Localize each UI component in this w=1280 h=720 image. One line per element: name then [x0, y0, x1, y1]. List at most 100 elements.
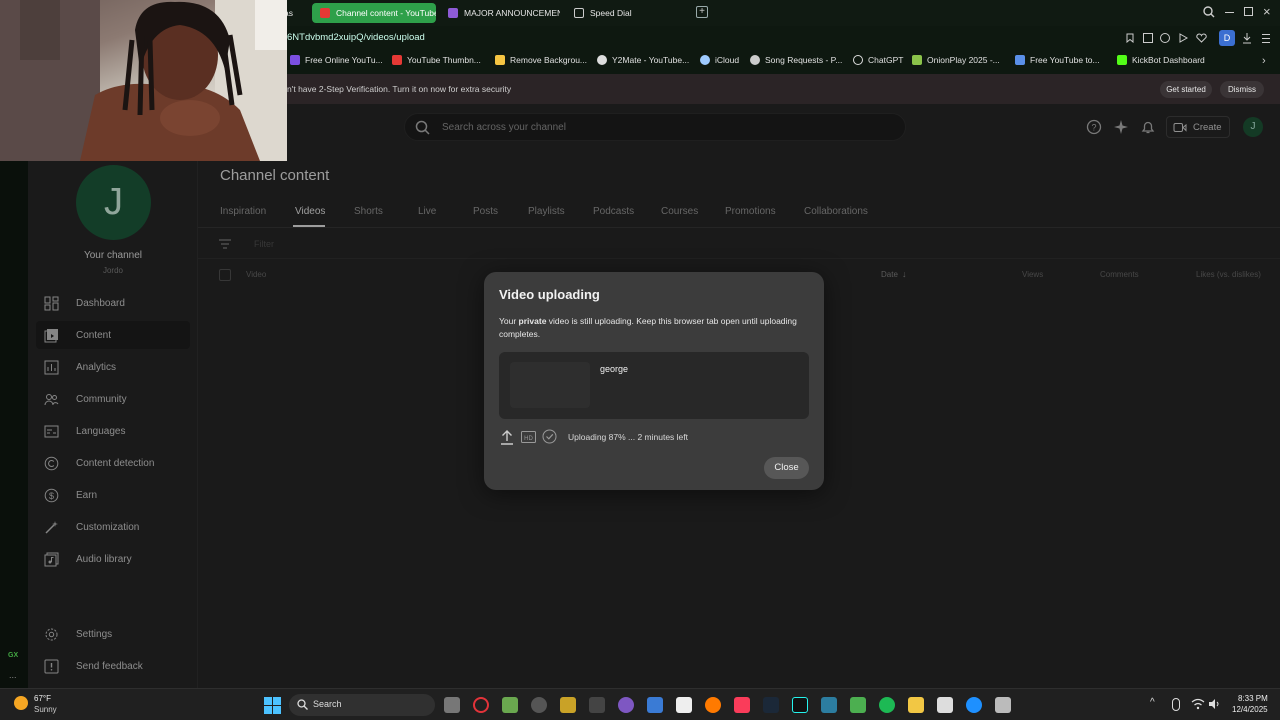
tab-label: MAJOR ANNOUNCEMENT: [464, 8, 560, 18]
capcut-icon[interactable]: [676, 697, 692, 713]
app-icon[interactable]: [821, 697, 837, 713]
app-icon[interactable]: [647, 697, 663, 713]
bookmark-item[interactable]: Song Requests - P...: [750, 55, 842, 65]
screenshot-icon[interactable]: [1143, 33, 1153, 43]
clock-date[interactable]: 12/4/2025: [1232, 705, 1268, 714]
bookmark-favicon: [1117, 55, 1127, 65]
video-thumbnail: [510, 362, 590, 408]
bookmark-label: Remove Backgrou...: [510, 55, 588, 65]
game-icon[interactable]: [560, 697, 576, 713]
play-icon[interactable]: [1178, 33, 1188, 43]
bookmark-favicon: [750, 55, 760, 65]
windows-taskbar: 67°F Sunny Search ^ 8:33 PM 12/4/2025: [0, 688, 1280, 720]
bookmark-label: Song Requests - P...: [765, 55, 843, 65]
opera-gx-icon[interactable]: [473, 697, 489, 713]
browser-tab[interactable]: MAJOR ANNOUNCEMENT: [440, 3, 560, 23]
browser-tab-active[interactable]: Channel content - YouTube: [312, 3, 436, 23]
new-tab-icon[interactable]: +: [696, 6, 708, 18]
taskbar-search-label: Search: [313, 699, 342, 709]
bookmark-favicon: [392, 55, 402, 65]
minecraft-launcher-icon[interactable]: [502, 697, 518, 713]
file-explorer-icon[interactable]: [908, 697, 924, 713]
twitch-icon: [448, 8, 458, 18]
volume-icon[interactable]: [1208, 698, 1220, 710]
browser-tab[interactable]: Speed Dial: [566, 3, 666, 23]
video-uploading-dialog: Video uploading Your private video is st…: [484, 272, 824, 490]
bookmark-label: YouTube Thumbn...: [407, 55, 481, 65]
webcam-feed-image: [0, 0, 287, 161]
upload-icon: [501, 430, 513, 445]
app-icon[interactable]: [531, 697, 547, 713]
get-started-button[interactable]: Get started: [1160, 81, 1212, 98]
discord-icon[interactable]: [618, 697, 634, 713]
bookmark-item[interactable]: Remove Backgrou...: [495, 55, 587, 65]
bookmark-item[interactable]: OnionPlay 2025 -...: [912, 55, 1000, 65]
edge-icon[interactable]: [966, 697, 982, 713]
video-title: george: [600, 364, 629, 374]
bookmark-label: ChatGPT: [868, 55, 904, 65]
chatgpt-icon: [853, 55, 863, 65]
tab-label: Channel content - YouTube: [336, 8, 436, 18]
speed-dial-icon: [574, 8, 584, 18]
bookmark-icon[interactable]: [1125, 33, 1135, 43]
bookmark-label: OnionPlay 2025 -...: [927, 55, 1000, 65]
bookmark-item[interactable]: ChatGPT: [853, 55, 903, 65]
minecraft-icon[interactable]: [850, 697, 866, 713]
microphone-icon[interactable]: [1172, 698, 1180, 711]
url-field[interactable]: 6NTdvbmd2xuipQ/videos/upload: [287, 32, 425, 43]
wifi-icon[interactable]: [1191, 698, 1205, 710]
message-prefix: Your: [499, 316, 519, 326]
chevron-right-icon[interactable]: ›: [1262, 55, 1266, 67]
notice-text: n't have 2-Step Verification. Turn it on…: [287, 84, 512, 94]
weather-desc: Sunny: [34, 705, 57, 714]
search-icon[interactable]: [1203, 6, 1215, 18]
steam-icon[interactable]: [763, 697, 779, 713]
close-button[interactable]: Close: [764, 457, 809, 479]
bookmark-item[interactable]: KickBot Dashboard: [1117, 55, 1205, 65]
windows-start-icon[interactable]: [264, 697, 281, 714]
app-icon[interactable]: [937, 697, 953, 713]
bookmark-item[interactable]: Free YouTube to...: [1015, 55, 1100, 65]
soundcloud-icon[interactable]: [705, 697, 721, 713]
svg-text:HD: HD: [524, 436, 533, 442]
dialog-message: Your private video is still uploading. K…: [499, 315, 811, 341]
video-card: george: [499, 352, 809, 419]
bookmark-favicon: [290, 55, 300, 65]
media-icon[interactable]: [589, 697, 605, 713]
check-circle-icon: [542, 429, 557, 444]
bookmark-favicon: [597, 55, 607, 65]
hd-icon: HD: [521, 431, 536, 443]
minimize-icon[interactable]: [1225, 12, 1234, 13]
maximize-icon[interactable]: [1244, 7, 1253, 16]
close-window-icon[interactable]: ×: [1263, 4, 1271, 19]
block-icon[interactable]: [1160, 33, 1170, 43]
bookmark-favicon: [1015, 55, 1025, 65]
bookmark-item[interactable]: iCloud: [700, 55, 739, 65]
bookmark-label: Y2Mate - YouTube...: [612, 55, 690, 65]
heart-icon[interactable]: [1196, 33, 1207, 43]
youtube-icon: [320, 8, 330, 18]
bookmark-item[interactable]: Y2Mate - YouTube...: [597, 55, 689, 65]
tiktok-icon[interactable]: [792, 697, 808, 713]
bookmark-item[interactable]: YouTube Thumbn...: [392, 55, 481, 65]
clock-time[interactable]: 8:33 PM: [1238, 694, 1268, 703]
icloud-icon: [700, 55, 710, 65]
task-view-icon[interactable]: [444, 697, 460, 713]
bookmark-label: KickBot Dashboard: [1132, 55, 1205, 65]
profile-avatar[interactable]: D: [1219, 30, 1235, 46]
dismiss-button[interactable]: Dismiss: [1220, 81, 1264, 98]
taskbar-search[interactable]: Search: [289, 694, 435, 716]
bookmark-label: Free Online YouTu...: [305, 55, 383, 65]
weather-sun-icon[interactable]: [14, 696, 28, 710]
chevron-up-icon[interactable]: ^: [1150, 697, 1155, 708]
apple-music-icon[interactable]: [734, 697, 750, 713]
menu-icon[interactable]: [1262, 32, 1270, 44]
weather-temp: 67°F: [34, 694, 51, 703]
download-icon[interactable]: [1241, 32, 1253, 44]
app-icon[interactable]: [995, 697, 1011, 713]
bookmark-label: iCloud: [715, 55, 740, 65]
spotify-icon[interactable]: [879, 697, 895, 713]
message-bold: private: [518, 316, 547, 326]
tab-label: Speed Dial: [590, 8, 632, 18]
bookmark-item[interactable]: Free Online YouTu...: [290, 55, 383, 65]
